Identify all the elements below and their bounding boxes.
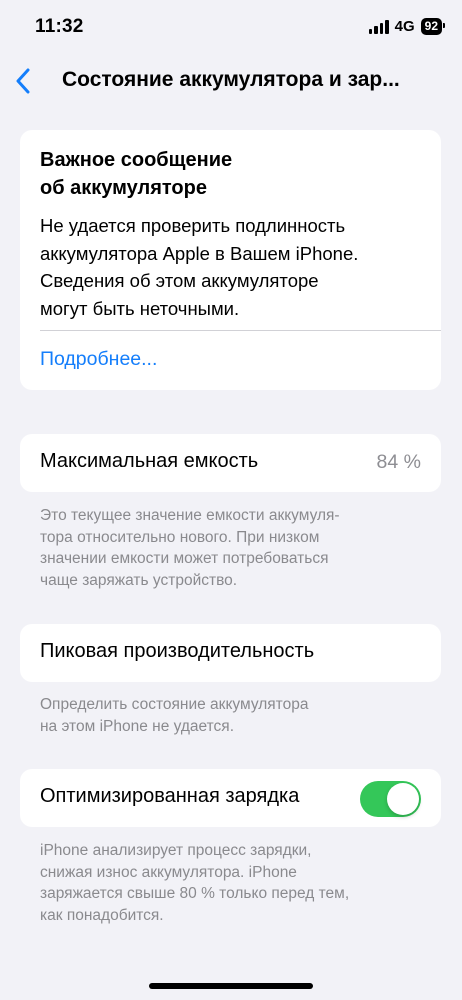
max-capacity-footnote: Это текущее значение емкости аккумуля- т… [40,507,340,589]
max-capacity-value: 84 % [376,451,421,473]
max-capacity-label: Максимальная емкость [40,450,259,472]
battery-alert-card: Важное сообщение об аккумуляторе Не удае… [20,130,441,390]
navigation-bar: Состояние аккумулятора и зар... [0,56,462,108]
peak-performance-row: Пиковая производительность [20,624,441,682]
peak-performance-label: Пиковая производительность [40,640,315,662]
toggle-knob [387,783,419,815]
optimized-charging-footnote: iPhone анализирует процесс зарядки, сниж… [40,842,350,924]
learn-more-link[interactable]: Подробнее... [40,348,157,371]
status-time: 11:32 [35,16,84,37]
alert-message: Не удается проверить подлинность аккумул… [40,215,359,319]
optimized-charging-label: Оптимизированная зарядка [40,785,300,807]
signal-icon [368,19,389,34]
battery-icon: 92 [420,18,446,35]
max-capacity-row: Максимальная емкость 84 % [20,434,441,492]
chevron-left-icon [16,68,30,94]
status-bar: 11:32 4G 92 [0,0,462,56]
alert-title: Важное сообщение об аккумуляторе [40,149,233,199]
peak-performance-footnote: Определить состояние аккумулятора на это… [40,696,309,735]
status-indicators: 4G 92 [368,18,446,35]
network-type: 4G [394,18,415,35]
divider [40,330,441,331]
optimized-charging-row: Оптимизированная зарядка [20,769,441,827]
back-button[interactable] [6,64,40,98]
page-title: Состояние аккумулятора и зар... [62,68,400,91]
optimized-charging-toggle[interactable] [360,781,421,817]
battery-level: 92 [424,19,438,33]
home-indicator[interactable] [149,983,313,989]
